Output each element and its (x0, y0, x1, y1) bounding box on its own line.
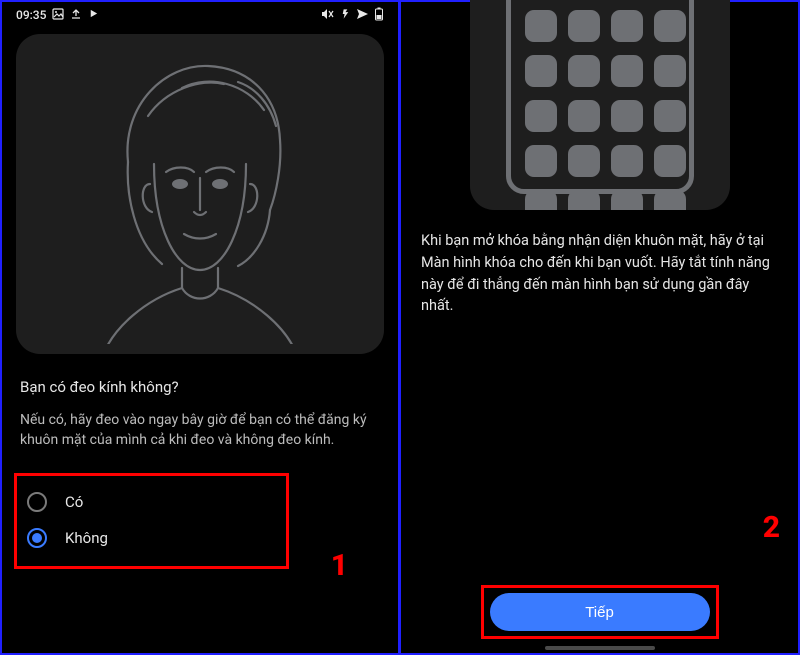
app-tile (568, 190, 600, 210)
vibrate-icon (340, 8, 351, 23)
question-description: Nếu có, hãy đeo vào ngay bây giờ để bạn … (20, 410, 380, 451)
screen-glasses-question: 09:35 (2, 2, 400, 653)
glasses-radio-group: Có Không (14, 473, 289, 569)
face-icon (70, 44, 330, 344)
status-time: 09:35 (16, 8, 46, 22)
app-tile (568, 55, 600, 87)
next-button-label: Tiếp (585, 604, 614, 621)
app-tile (525, 190, 557, 210)
app-tile (525, 10, 557, 42)
upload-icon (70, 8, 82, 23)
next-button[interactable]: Tiếp (490, 593, 710, 631)
app-tile (654, 145, 686, 177)
info-description: Khi bạn mở khóa bằng nhận diện khuôn mặt… (401, 210, 798, 317)
home-indicator[interactable] (545, 646, 655, 650)
play-icon (88, 8, 99, 22)
status-bar: 09:35 (2, 2, 398, 24)
app-tile (611, 190, 643, 210)
question-title: Bạn có đeo kính không? (20, 378, 380, 396)
radio-label: Không (65, 529, 108, 547)
question-block: Bạn có đeo kính không? Nếu có, hãy đeo v… (2, 354, 398, 451)
phone-frame-icon (506, 0, 694, 194)
app-tile (568, 10, 600, 42)
app-tile (611, 145, 643, 177)
radio-icon (27, 492, 47, 512)
battery-icon (374, 7, 384, 24)
app-tile (654, 190, 686, 210)
face-illustration-card (16, 34, 384, 354)
app-tile (654, 100, 686, 132)
image-icon (52, 8, 64, 23)
app-tile (525, 100, 557, 132)
highlight-box-next: Tiếp (481, 585, 719, 639)
radio-icon-selected (27, 528, 47, 548)
app-tile (525, 145, 557, 177)
homescreen-illustration-card (470, 0, 730, 210)
radio-label: Có (65, 493, 83, 511)
annotation-step-2: 2 (763, 510, 780, 545)
app-tile (525, 55, 557, 87)
annotation-step-1: 1 (331, 548, 348, 583)
radio-option-yes[interactable]: Có (23, 484, 280, 520)
app-tile (611, 100, 643, 132)
app-tile (568, 145, 600, 177)
airplane-icon (356, 8, 369, 23)
app-tile (611, 55, 643, 87)
app-tile (654, 55, 686, 87)
radio-option-no[interactable]: Không (23, 520, 280, 556)
app-tile (611, 10, 643, 42)
app-tile (654, 10, 686, 42)
app-tile (568, 100, 600, 132)
screen-stay-on-lock: Khi bạn mở khóa bằng nhận diện khuôn mặt… (400, 2, 798, 653)
mute-icon (321, 8, 335, 23)
